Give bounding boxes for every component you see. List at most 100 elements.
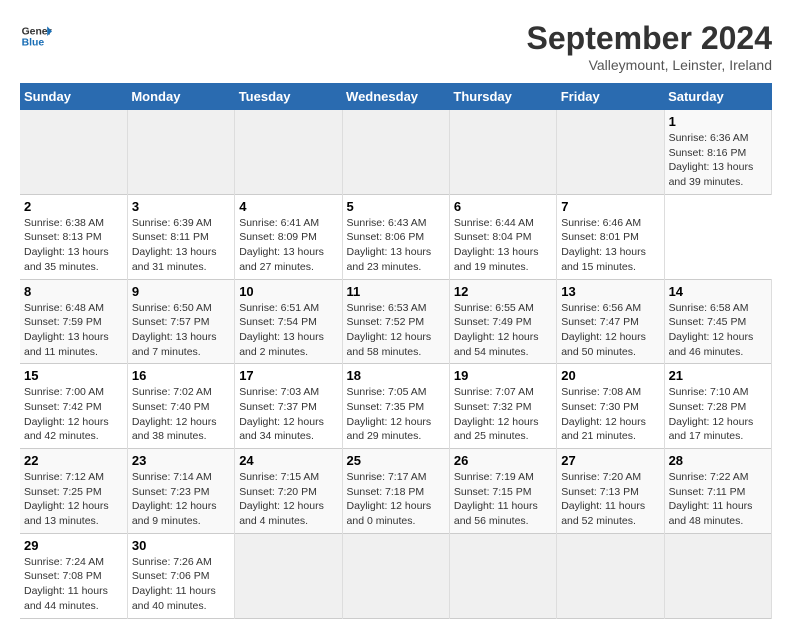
day-number: 10 [239, 284, 337, 299]
logo-icon: General Blue [20, 20, 52, 52]
calendar-header: SundayMondayTuesdayWednesdayThursdayFrid… [20, 83, 772, 110]
calendar-cell [235, 110, 342, 194]
calendar-cell: 15Sunrise: 7:00 AMSunset: 7:42 PMDayligh… [20, 364, 127, 449]
day-info: Sunrise: 6:53 AMSunset: 7:52 PMDaylight:… [347, 301, 445, 360]
calendar-cell [664, 533, 771, 618]
day-info: Sunrise: 7:02 AMSunset: 7:40 PMDaylight:… [132, 385, 230, 444]
day-info: Sunrise: 6:50 AMSunset: 7:57 PMDaylight:… [132, 301, 230, 360]
calendar-cell: 16Sunrise: 7:02 AMSunset: 7:40 PMDayligh… [127, 364, 234, 449]
day-info: Sunrise: 6:48 AMSunset: 7:59 PMDaylight:… [24, 301, 123, 360]
day-info: Sunrise: 6:38 AMSunset: 8:13 PMDaylight:… [24, 216, 123, 275]
day-info: Sunrise: 6:43 AMSunset: 8:06 PMDaylight:… [347, 216, 445, 275]
day-info: Sunrise: 7:05 AMSunset: 7:35 PMDaylight:… [347, 385, 445, 444]
calendar-cell [127, 110, 234, 194]
calendar-cell [449, 110, 556, 194]
day-number: 18 [347, 368, 445, 383]
day-info: Sunrise: 7:10 AMSunset: 7:28 PMDaylight:… [669, 385, 767, 444]
day-info: Sunrise: 7:20 AMSunset: 7:13 PMDaylight:… [561, 470, 659, 529]
day-number: 14 [669, 284, 767, 299]
day-info: Sunrise: 7:22 AMSunset: 7:11 PMDaylight:… [669, 470, 767, 529]
weekday-header: Sunday [20, 83, 127, 110]
day-number: 11 [347, 284, 445, 299]
calendar-week: 8 Sunrise: 6:48 AMSunset: 7:59 PMDaylight… [20, 279, 772, 364]
day-number: 23 [132, 453, 230, 468]
logo: General Blue [20, 20, 52, 52]
calendar-cell: 5 Sunrise: 6:43 AMSunset: 8:06 PMDaylight… [342, 194, 449, 279]
calendar-week: 22 Sunrise: 7:12 AMSunset: 7:25 PMDayligh… [20, 449, 772, 534]
calendar-week: 15Sunrise: 7:00 AMSunset: 7:42 PMDayligh… [20, 364, 772, 449]
calendar-cell: 11 Sunrise: 6:53 AMSunset: 7:52 PMDayligh… [342, 279, 449, 364]
calendar-cell [235, 533, 342, 618]
day-info: Sunrise: 7:12 AMSunset: 7:25 PMDaylight:… [24, 470, 123, 529]
day-info: Sunrise: 7:03 AMSunset: 7:37 PMDaylight:… [239, 385, 337, 444]
day-info: Sunrise: 7:15 AMSunset: 7:20 PMDaylight:… [239, 470, 337, 529]
calendar-cell: 26 Sunrise: 7:19 AMSunset: 7:15 PMDayligh… [449, 449, 556, 534]
calendar-cell [557, 110, 664, 194]
calendar-cell: 9Sunrise: 6:50 AMSunset: 7:57 PMDaylight… [127, 279, 234, 364]
calendar-cell: 29 Sunrise: 7:24 AMSunset: 7:08 PMDayligh… [20, 533, 127, 618]
day-number: 13 [561, 284, 659, 299]
day-number: 15 [24, 368, 123, 383]
day-info: Sunrise: 7:26 AMSunset: 7:06 PMDaylight:… [132, 555, 230, 614]
day-info: Sunrise: 7:19 AMSunset: 7:15 PMDaylight:… [454, 470, 552, 529]
calendar-cell [20, 110, 127, 194]
day-number: 26 [454, 453, 552, 468]
calendar-cell: 21 Sunrise: 7:10 AMSunset: 7:28 PMDayligh… [664, 364, 771, 449]
calendar-cell [342, 533, 449, 618]
calendar-cell: 12 Sunrise: 6:55 AMSunset: 7:49 PMDayligh… [449, 279, 556, 364]
calendar-cell: 7Sunrise: 6:46 AMSunset: 8:01 PMDaylight… [557, 194, 664, 279]
day-info: Sunrise: 6:55 AMSunset: 7:49 PMDaylight:… [454, 301, 552, 360]
day-number: 6 [454, 199, 552, 214]
calendar-week: 2 Sunrise: 6:38 AMSunset: 8:13 PMDaylight… [20, 194, 772, 279]
day-number: 1 [669, 114, 767, 129]
day-number: 25 [347, 453, 445, 468]
day-info: Sunrise: 6:58 AMSunset: 7:45 PMDaylight:… [669, 301, 767, 360]
calendar-cell: 1Sunrise: 6:36 AMSunset: 8:16 PMDaylight… [664, 110, 771, 194]
calendar-cell: 3Sunrise: 6:39 AMSunset: 8:11 PMDaylight… [127, 194, 234, 279]
calendar-cell: 28Sunrise: 7:22 AMSunset: 7:11 PMDayligh… [664, 449, 771, 534]
weekday-header: Thursday [449, 83, 556, 110]
calendar-cell: 24 Sunrise: 7:15 AMSunset: 7:20 PMDayligh… [235, 449, 342, 534]
day-info: Sunrise: 6:41 AMSunset: 8:09 PMDaylight:… [239, 216, 337, 275]
calendar-cell [557, 533, 664, 618]
day-number: 30 [132, 538, 230, 553]
day-number: 2 [24, 199, 123, 214]
day-number: 29 [24, 538, 123, 553]
day-number: 22 [24, 453, 123, 468]
month-title: September 2024 [527, 20, 772, 57]
calendar-cell [342, 110, 449, 194]
calendar-cell: 10 Sunrise: 6:51 AMSunset: 7:54 PMDayligh… [235, 279, 342, 364]
day-info: Sunrise: 6:51 AMSunset: 7:54 PMDaylight:… [239, 301, 337, 360]
day-number: 4 [239, 199, 337, 214]
day-number: 21 [669, 368, 767, 383]
day-info: Sunrise: 7:14 AMSunset: 7:23 PMDaylight:… [132, 470, 230, 529]
weekday-header: Wednesday [342, 83, 449, 110]
location-subtitle: Valleymount, Leinster, Ireland [527, 57, 772, 73]
day-info: Sunrise: 7:24 AMSunset: 7:08 PMDaylight:… [24, 555, 123, 614]
calendar-cell: 8 Sunrise: 6:48 AMSunset: 7:59 PMDaylight… [20, 279, 127, 364]
day-info: Sunrise: 7:17 AMSunset: 7:18 PMDaylight:… [347, 470, 445, 529]
calendar-cell: 4 Sunrise: 6:41 AMSunset: 8:09 PMDaylight… [235, 194, 342, 279]
calendar-week: 1Sunrise: 6:36 AMSunset: 8:16 PMDaylight… [20, 110, 772, 194]
day-info: Sunrise: 6:39 AMSunset: 8:11 PMDaylight:… [132, 216, 230, 275]
day-info: Sunrise: 6:56 AMSunset: 7:47 PMDaylight:… [561, 301, 659, 360]
calendar-cell: 19Sunrise: 7:07 AMSunset: 7:32 PMDayligh… [449, 364, 556, 449]
day-number: 19 [454, 368, 552, 383]
day-number: 17 [239, 368, 337, 383]
calendar-cell: 2 Sunrise: 6:38 AMSunset: 8:13 PMDaylight… [20, 194, 127, 279]
day-number: 8 [24, 284, 123, 299]
day-number: 24 [239, 453, 337, 468]
calendar-cell: 13 Sunrise: 6:56 AMSunset: 7:47 PMDayligh… [557, 279, 664, 364]
weekday-header: Tuesday [235, 83, 342, 110]
calendar-cell: 27Sunrise: 7:20 AMSunset: 7:13 PMDayligh… [557, 449, 664, 534]
day-number: 12 [454, 284, 552, 299]
day-number: 5 [347, 199, 445, 214]
calendar-cell: 18 Sunrise: 7:05 AMSunset: 7:35 PMDayligh… [342, 364, 449, 449]
calendar-cell: 25 Sunrise: 7:17 AMSunset: 7:18 PMDayligh… [342, 449, 449, 534]
calendar-cell: 23 Sunrise: 7:14 AMSunset: 7:23 PMDayligh… [127, 449, 234, 534]
weekday-header: Monday [127, 83, 234, 110]
day-number: 20 [561, 368, 659, 383]
calendar-cell: 17 Sunrise: 7:03 AMSunset: 7:37 PMDayligh… [235, 364, 342, 449]
day-info: Sunrise: 6:46 AMSunset: 8:01 PMDaylight:… [561, 216, 659, 275]
weekday-header: Saturday [664, 83, 771, 110]
